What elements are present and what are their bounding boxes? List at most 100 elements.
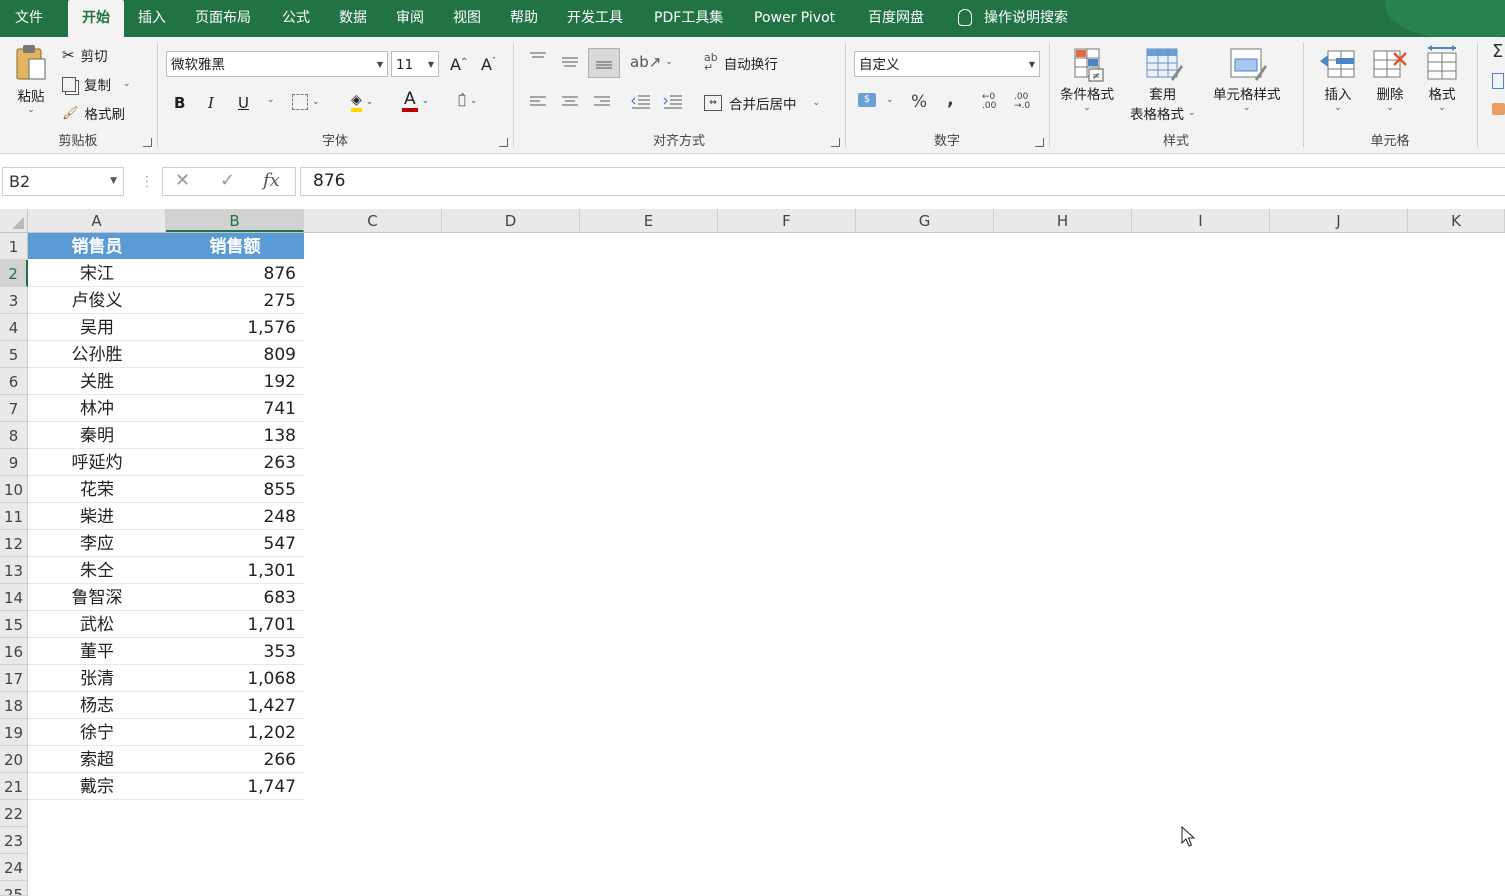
row-header-22[interactable]: 22: [0, 800, 28, 827]
row-header-5[interactable]: 5: [0, 341, 28, 368]
amount-cell[interactable]: 547: [166, 530, 304, 557]
salesperson-cell[interactable]: 徐宁: [28, 719, 166, 746]
row-header-7[interactable]: 7: [0, 395, 28, 422]
align-right-button[interactable]: [592, 95, 612, 109]
amount-cell[interactable]: 138: [166, 422, 304, 449]
wrap-text-button[interactable]: ab ↵ 自动换行: [704, 52, 778, 73]
amount-cell[interactable]: 1,427: [166, 692, 304, 719]
column-header-e[interactable]: E: [580, 209, 718, 232]
row-header-11[interactable]: 11: [0, 503, 28, 530]
row-header-12[interactable]: 12: [0, 530, 28, 557]
row-header-2[interactable]: 2: [0, 260, 28, 287]
enter-icon[interactable]: ✓: [220, 170, 235, 191]
row-header-18[interactable]: 18: [0, 692, 28, 719]
row-header-25[interactable]: 25: [0, 881, 28, 896]
align-bottom-button[interactable]: [588, 48, 620, 78]
cancel-icon[interactable]: ✕: [175, 170, 190, 191]
salesperson-cell[interactable]: 武松: [28, 611, 166, 638]
font-launcher-icon[interactable]: [499, 138, 508, 147]
row-header-9[interactable]: 9: [0, 449, 28, 476]
salesperson-cell[interactable]: 柴进: [28, 503, 166, 530]
row-header-23[interactable]: 23: [0, 827, 28, 854]
amount-cell[interactable]: 855: [166, 476, 304, 503]
row-header-16[interactable]: 16: [0, 638, 28, 665]
column-header-d[interactable]: D: [442, 209, 580, 232]
menu-data[interactable]: 数据: [339, 0, 367, 37]
formula-bar-grip-icon[interactable]: ⋮: [140, 174, 154, 190]
menu-insert[interactable]: 插入: [138, 0, 166, 37]
column-header-h[interactable]: H: [994, 209, 1132, 232]
increase-indent-button[interactable]: [662, 94, 684, 110]
column-header-b[interactable]: B: [166, 209, 304, 232]
amount-cell[interactable]: 683: [166, 584, 304, 611]
menu-baidu-netdisk[interactable]: 百度网盘: [868, 0, 924, 37]
font-size-select[interactable]: 11 ▼: [391, 51, 439, 77]
salesperson-cell[interactable]: 呼延灼: [28, 449, 166, 476]
row-header-6[interactable]: 6: [0, 368, 28, 395]
amount-cell[interactable]: 1,701: [166, 611, 304, 638]
salesperson-cell[interactable]: 张清: [28, 665, 166, 692]
increase-decimal-button[interactable]: ←0.00: [982, 93, 996, 111]
amount-cell[interactable]: 741: [166, 395, 304, 422]
amount-cell[interactable]: 248: [166, 503, 304, 530]
accounting-format-button[interactable]: $ ⌄: [858, 93, 894, 107]
align-top-button[interactable]: [528, 51, 548, 65]
salesperson-cell[interactable]: 吴用: [28, 314, 166, 341]
name-box[interactable]: B2 ▼: [2, 167, 124, 196]
phonetic-button[interactable]: 文̂ ⌄: [458, 93, 477, 108]
salesperson-cell[interactable]: 公孙胜: [28, 341, 166, 368]
row-header-24[interactable]: 24: [0, 854, 28, 881]
comma-button[interactable]: ,: [947, 89, 954, 110]
amount-cell[interactable]: 1,068: [166, 665, 304, 692]
salesperson-cell[interactable]: 鲁智深: [28, 584, 166, 611]
header-cell-salesperson[interactable]: 销售员: [28, 233, 166, 260]
amount-cell[interactable]: 263: [166, 449, 304, 476]
salesperson-cell[interactable]: 朱仝: [28, 557, 166, 584]
number-launcher-icon[interactable]: [1035, 138, 1044, 147]
menu-pdf-tools[interactable]: PDF工具集: [654, 0, 723, 37]
amount-cell[interactable]: 876: [166, 260, 304, 287]
row-header-14[interactable]: 14: [0, 584, 28, 611]
conditional-formatting-button[interactable]: ≠ 条件格式 ⌄: [1060, 45, 1114, 113]
underline-dropdown-icon[interactable]: ⌄: [263, 95, 275, 105]
menu-developer[interactable]: 开发工具: [567, 0, 623, 37]
amount-cell[interactable]: 1,301: [166, 557, 304, 584]
menu-file[interactable]: 文件: [15, 0, 43, 37]
column-header-a[interactable]: A: [28, 209, 166, 232]
font-color-button[interactable]: A ⌄: [402, 90, 429, 112]
delete-cells-button[interactable]: 删除 ⌄: [1370, 45, 1410, 113]
menu-review[interactable]: 审阅: [396, 0, 424, 37]
column-header-j[interactable]: J: [1270, 209, 1408, 232]
amount-cell[interactable]: 275: [166, 287, 304, 314]
salesperson-cell[interactable]: 董平: [28, 638, 166, 665]
row-header-20[interactable]: 20: [0, 746, 28, 773]
salesperson-cell[interactable]: 秦明: [28, 422, 166, 449]
align-left-button[interactable]: [528, 95, 548, 109]
salesperson-cell[interactable]: 花荣: [28, 476, 166, 503]
percent-button[interactable]: %: [911, 92, 927, 112]
copy-button[interactable]: 复制 ⌄: [62, 74, 131, 94]
underline-button[interactable]: U: [238, 94, 249, 112]
row-header-8[interactable]: 8: [0, 422, 28, 449]
amount-cell[interactable]: 266: [166, 746, 304, 773]
align-middle-button[interactable]: [560, 55, 580, 69]
decrease-indent-button[interactable]: [630, 94, 652, 110]
row-header-10[interactable]: 10: [0, 476, 28, 503]
salesperson-cell[interactable]: 李应: [28, 530, 166, 557]
increase-font-button[interactable]: A^: [450, 55, 468, 74]
insert-cells-button[interactable]: 插入 ⌄: [1318, 45, 1358, 113]
salesperson-cell[interactable]: 关胜: [28, 368, 166, 395]
amount-cell[interactable]: 1,747: [166, 773, 304, 800]
amount-cell[interactable]: 1,202: [166, 719, 304, 746]
format-cells-button[interactable]: 格式 ⌄: [1422, 45, 1462, 113]
menu-help[interactable]: 帮助: [510, 0, 538, 37]
salesperson-cell[interactable]: 宋江: [28, 260, 166, 287]
row-header-15[interactable]: 15: [0, 611, 28, 638]
salesperson-cell[interactable]: 林冲: [28, 395, 166, 422]
row-header-1[interactable]: 1: [0, 233, 28, 260]
salesperson-cell[interactable]: 卢俊义: [28, 287, 166, 314]
column-header-g[interactable]: G: [856, 209, 994, 232]
formula-input[interactable]: 876: [300, 167, 1505, 196]
column-header-i[interactable]: I: [1132, 209, 1270, 232]
row-header-19[interactable]: 19: [0, 719, 28, 746]
